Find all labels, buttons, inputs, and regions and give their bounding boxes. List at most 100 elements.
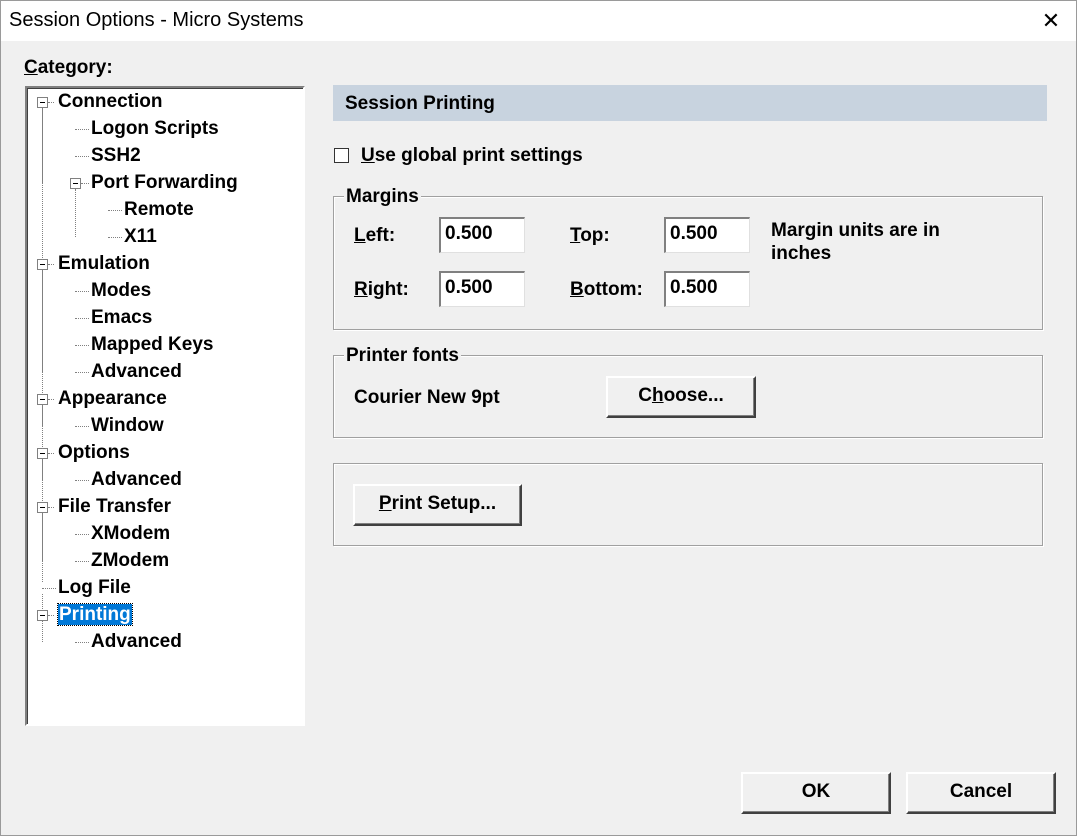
choose-font-button[interactable]: Choose...	[606, 376, 756, 418]
close-icon[interactable]: ✕	[1026, 1, 1076, 41]
tree-connector-h	[75, 480, 89, 481]
tree-connector-v	[42, 270, 43, 393]
margins-legend: Margins	[344, 186, 421, 208]
tree-connector-h	[75, 426, 89, 427]
tree-item[interactable]: ZModem	[91, 549, 169, 573]
panel-title: Session Printing	[345, 93, 495, 114]
right-margin-input[interactable]: 0.500	[439, 271, 525, 307]
tree-item-label: Options	[58, 442, 130, 463]
use-global-label[interactable]: Use global print settings	[361, 145, 583, 167]
tree-connector-h	[75, 642, 89, 643]
top-margin-label: Top:	[570, 225, 610, 246]
tree-item-label: X11	[124, 226, 157, 247]
tree-item-label: Log File	[58, 577, 131, 598]
tree-item-label: Printing	[57, 603, 133, 626]
margin-units-line2: inches	[771, 243, 832, 264]
tree-connector-h	[75, 129, 89, 130]
tree-item[interactable]: Printing	[57, 603, 133, 627]
cancel-button[interactable]: Cancel	[906, 772, 1056, 814]
tree-connector-h	[75, 318, 89, 319]
tree-item-label: Appearance	[58, 388, 167, 409]
tree-connector-h	[75, 534, 89, 535]
bottom-margin-input[interactable]: 0.500	[664, 271, 750, 307]
tree-item[interactable]: Logon Scripts	[91, 117, 219, 141]
print-setup-button[interactable]: Print Setup...	[353, 484, 522, 526]
tree-item-label: Advanced	[91, 469, 182, 490]
tree-connector-h	[108, 210, 122, 211]
tree-item-label: Emacs	[91, 307, 153, 328]
title-bar: Session Options - Micro Systems ✕	[1, 1, 1076, 41]
tree-item[interactable]: Remote	[124, 198, 194, 222]
tree-item-label: File Transfer	[58, 496, 171, 517]
tree-item[interactable]: Appearance	[58, 387, 167, 411]
tree-item[interactable]: Advanced	[91, 360, 182, 384]
ok-button[interactable]: OK	[741, 772, 891, 814]
collapse-icon[interactable]	[37, 610, 48, 621]
tree-item[interactable]: Emacs	[91, 306, 152, 330]
tree-connector-v	[42, 513, 43, 582]
tree-item[interactable]: Advanced	[91, 630, 182, 654]
collapse-icon[interactable]	[37, 259, 48, 270]
tree-item[interactable]: Connection	[58, 90, 163, 114]
tree-connector-h	[48, 264, 54, 265]
tree-item[interactable]: Mapped Keys	[91, 333, 213, 357]
panel-header: Session Printing	[333, 85, 1047, 121]
tree-item[interactable]: Options	[58, 441, 130, 465]
tree-item[interactable]: Advanced	[91, 468, 182, 492]
current-printer-font: Courier New 9pt	[354, 387, 500, 408]
left-margin-input[interactable]: 0.500	[439, 217, 525, 253]
tree-connector-v	[42, 108, 43, 258]
tree-item-label: SSH2	[91, 145, 141, 166]
tree-connector-v	[42, 621, 43, 642]
tree-connector-h	[48, 615, 54, 616]
printer-fonts-legend: Printer fonts	[344, 345, 461, 367]
tree-item[interactable]: File Transfer	[58, 495, 171, 519]
tree-connector-h	[75, 372, 89, 373]
tree-item-label: Advanced	[91, 361, 182, 382]
tree-item[interactable]: Window	[91, 414, 164, 438]
tree-item[interactable]: X11	[124, 225, 157, 249]
tree-connector-h	[75, 156, 89, 157]
tree-connector-v	[75, 189, 76, 237]
tree-item[interactable]: Log File	[58, 576, 131, 600]
tree-connector-h	[42, 588, 56, 589]
tree-item-label: Window	[91, 415, 164, 436]
tree-connector-v	[42, 594, 43, 609]
category-label: Category:	[24, 57, 113, 78]
margin-units-note: Margin units are in inches	[771, 219, 940, 265]
tree-connector-v	[42, 459, 43, 501]
tree-item-label: Advanced	[91, 631, 182, 652]
collapse-icon[interactable]	[37, 394, 48, 405]
use-global-checkbox[interactable]	[334, 148, 349, 163]
tree-item[interactable]: Modes	[91, 279, 151, 303]
tree-connector-h	[48, 507, 54, 508]
bottom-margin-label: Bottom:	[570, 279, 643, 300]
collapse-icon[interactable]	[37, 448, 48, 459]
category-tree[interactable]: Connection Logon Scripts SSH2 Port Forwardi…	[25, 86, 305, 726]
tree-item[interactable]: XModem	[91, 522, 170, 546]
right-margin-label: Right:	[354, 279, 409, 300]
tree-connector-h	[75, 561, 89, 562]
left-margin-label: Left:	[354, 225, 396, 246]
collapse-icon[interactable]	[70, 178, 81, 189]
top-margin-input[interactable]: 0.500	[664, 217, 750, 253]
tree-connector-v	[42, 405, 43, 447]
tree-item-label: ZModem	[91, 550, 170, 571]
window-title: Session Options - Micro Systems	[9, 9, 304, 31]
tree-item-label: XModem	[91, 523, 171, 544]
collapse-icon[interactable]	[37, 502, 48, 513]
tree-connector-h	[48, 102, 54, 103]
tree-connector-h	[48, 399, 54, 400]
tree-item[interactable]: SSH2	[91, 144, 141, 168]
tree-item-label: Port Forwarding	[91, 172, 238, 193]
tree-item-label: Connection	[58, 91, 163, 112]
tree-connector-h	[108, 237, 122, 238]
tree-item-label: Emulation	[58, 253, 150, 274]
tree-connector-h	[75, 291, 89, 292]
tree-item-label: Modes	[91, 280, 152, 301]
tree-item-label: Logon Scripts	[91, 118, 219, 139]
tree-connector-h	[81, 183, 87, 184]
collapse-icon[interactable]	[37, 97, 48, 108]
tree-item[interactable]: Emulation	[58, 252, 150, 276]
tree-item[interactable]: Port Forwarding	[91, 171, 238, 195]
